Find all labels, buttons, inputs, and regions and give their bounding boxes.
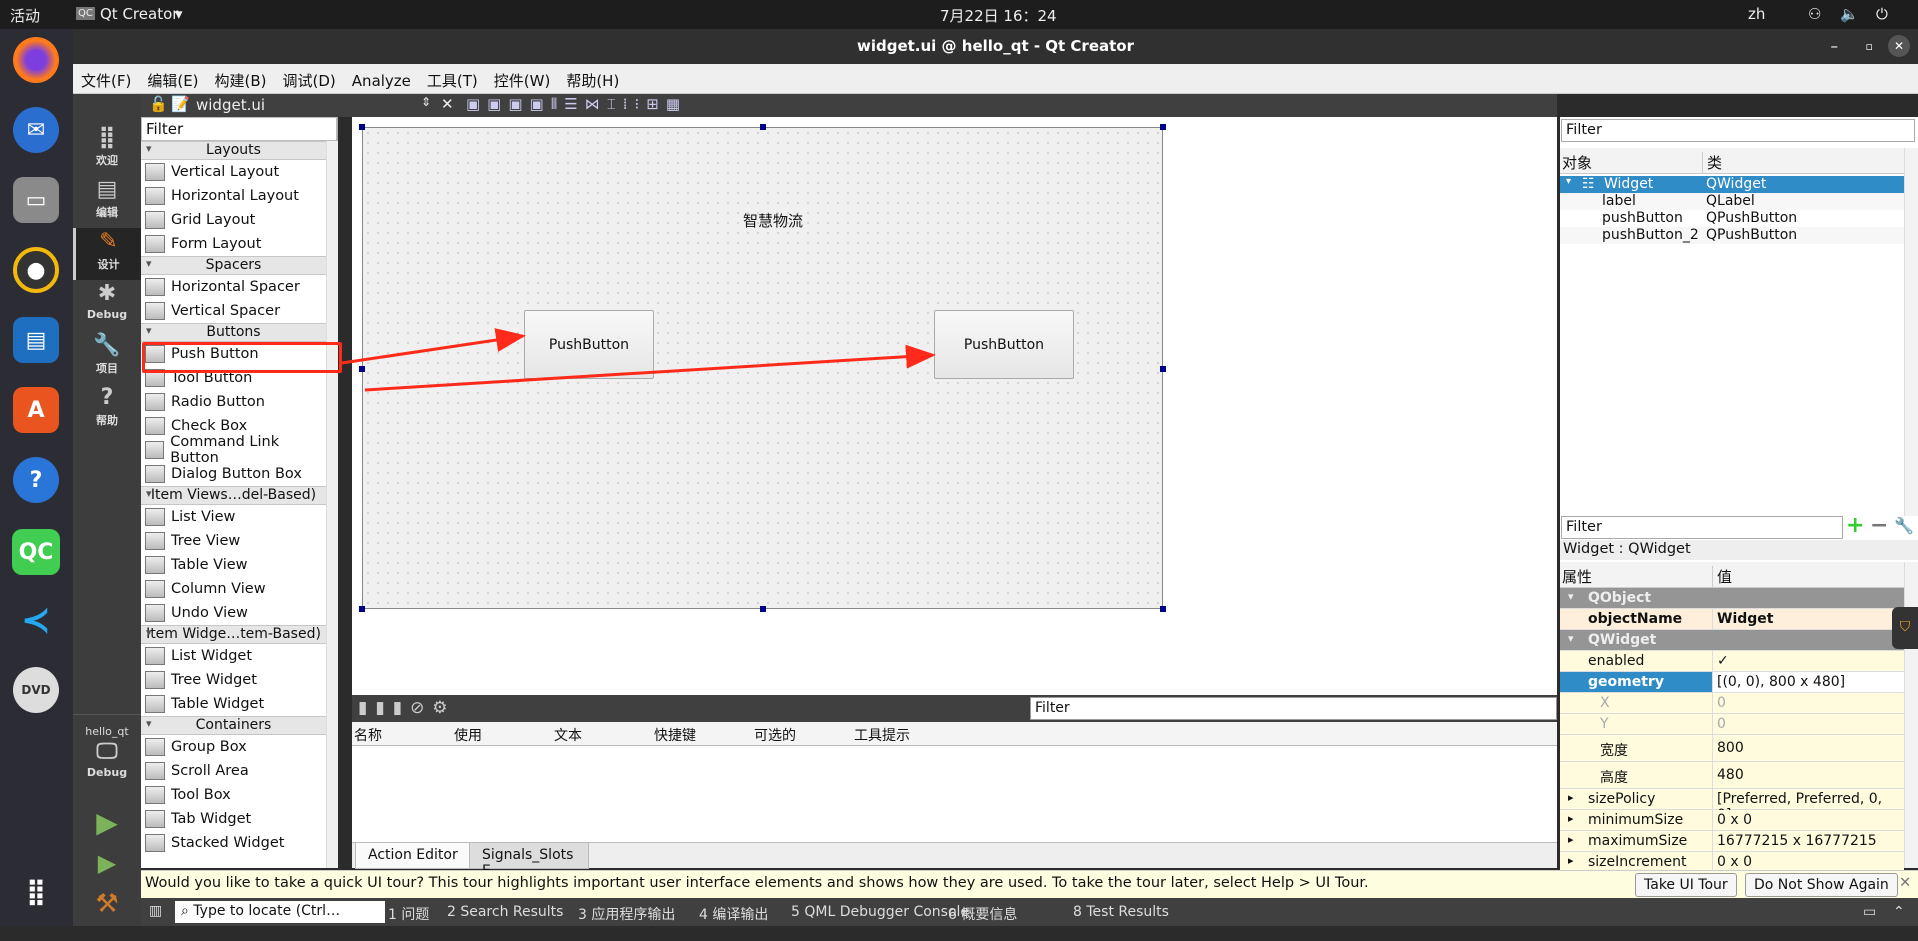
expand-arrow-icon[interactable]: ▸ (1568, 833, 1574, 846)
property-value[interactable]: 16777215 x 16777215 (1712, 831, 1881, 851)
action-editor-tabs: Action Editor Signals_Slots E... (352, 842, 1557, 879)
property-row[interactable]: objectName Widget (1560, 609, 1904, 630)
action-filter-input[interactable]: Filter (1030, 697, 1557, 720)
property-row[interactable]: ▸ minimumSize 0 x 0 (1560, 810, 1904, 831)
object-filter-input[interactable]: Filter (1561, 119, 1915, 142)
pane-search-results[interactable]: 2 Search Results (447, 904, 563, 920)
close-icon[interactable]: ✕ (1899, 875, 1911, 891)
column-value[interactable]: 值 (1712, 566, 1732, 587)
column-object[interactable]: 对象 (1562, 152, 1592, 173)
object-tree-scrollbar[interactable] (1904, 148, 1918, 516)
pane-compile-output[interactable]: 4 编译输出 (699, 904, 768, 924)
column-property[interactable]: 属性 (1562, 566, 1592, 587)
property-value[interactable]: ✓ (1712, 651, 1733, 671)
object-tree-row[interactable]: ▾ ☷ Widget QWidget (1560, 176, 1904, 193)
expand-arrow-icon[interactable]: ▸ (1568, 791, 1574, 804)
property-value[interactable]: Widget (1712, 609, 1777, 629)
property-value[interactable]: [Preferred, Preferred, 0, 0] (1712, 789, 1904, 823)
progress-details-icon[interactable]: ▭ (1863, 904, 1876, 920)
chevron-up-icon[interactable]: ⌃ (1893, 904, 1905, 920)
object-tree-row[interactable]: pushButton_2 QPushButton (1560, 227, 1904, 244)
tab-action-editor[interactable]: Action Editor (355, 843, 471, 869)
property-editor-title: Widget : QWidget (1560, 540, 1918, 560)
expand-arrow-icon[interactable]: ▸ (1568, 812, 1574, 825)
property-row[interactable]: 宽度 800 (1560, 735, 1904, 762)
property-value[interactable]: 0 x 0 (1712, 852, 1756, 872)
object-tree-header: 对象 类 (1560, 148, 1904, 174)
tab-signals-slots[interactable]: Signals_Slots E... (469, 843, 589, 879)
property-value[interactable]: 0 (1712, 714, 1730, 734)
property-filter-input[interactable]: Filter (1561, 516, 1843, 539)
property-value[interactable]: 0 (1712, 693, 1730, 713)
property-row[interactable]: X0 (1560, 693, 1904, 714)
column-tooltip[interactable]: 工具提示 (854, 725, 910, 745)
property-row[interactable]: ▾geometry[(0, 0), 800 x 480] (1560, 672, 1904, 693)
property-row[interactable]: ▸sizePolicy[Preferred, Preferred, 0, 0] (1560, 789, 1904, 823)
property-row[interactable]: ▾ QObject (1560, 588, 1904, 609)
expand-arrow-icon[interactable]: ▾ (1568, 632, 1574, 645)
property-row[interactable]: ▸ maximumSize 16777215 x 16777215 (1560, 831, 1904, 852)
action-toolbar-icons[interactable]: ▮▮▮⊘⚙ (358, 698, 456, 718)
arrow-to-button-2 (364, 344, 936, 392)
property-header: 属性 值 (1560, 562, 1904, 588)
column-name[interactable]: 名称 (354, 725, 382, 745)
usb-drive-icon[interactable]: ⛉ (1892, 607, 1918, 649)
property-value[interactable]: 800 (1712, 735, 1748, 761)
arrow-to-button-1 (341, 328, 526, 365)
pane-test-results[interactable]: 8 Test Results (1073, 904, 1169, 920)
property-value[interactable]: 480 (1712, 762, 1748, 788)
property-row[interactable]: Y0 (1560, 714, 1904, 735)
object-tree-row[interactable]: label QLabel (1560, 193, 1904, 210)
object-tree-row[interactable]: pushButton QPushButton (1560, 210, 1904, 227)
remove-property-icon[interactable]: − (1870, 513, 1888, 538)
toggle-sidebar-icon[interactable]: ▥ (149, 903, 162, 919)
do-not-show-again-button[interactable]: Do Not Show Again (1745, 873, 1898, 897)
column-text[interactable]: 文本 (554, 725, 582, 745)
expand-arrow-icon[interactable]: ▾ (1566, 176, 1571, 187)
property-row[interactable]: 高度 480 (1560, 762, 1904, 789)
column-class[interactable]: 类 (1702, 152, 1722, 173)
column-checkable[interactable]: 可选的 (754, 725, 796, 745)
property-value[interactable]: [(0, 0), 800 x 480] (1712, 672, 1904, 692)
locator-input[interactable]: ⌕ Type to locate (Ctrl… (175, 901, 385, 923)
tour-message: Would you like to take a quick UI tour? … (145, 875, 1369, 891)
search-icon: ⌕ (181, 903, 189, 919)
pane-issues[interactable]: 1 问题 (388, 904, 429, 924)
property-row[interactable]: ▾ QWidget (1560, 630, 1904, 651)
column-used[interactable]: 使用 (454, 725, 482, 745)
widget-icon: ☷ (1582, 176, 1595, 192)
pane-app-output[interactable]: 3 应用程序输出 (578, 904, 675, 924)
pane-qml-console[interactable]: 5 QML Debugger Console (791, 904, 969, 920)
column-shortcut[interactable]: 快捷键 (654, 725, 696, 745)
expand-arrow-icon[interactable]: ▸ (1568, 854, 1574, 867)
action-table-body[interactable] (352, 746, 1557, 842)
property-row[interactable]: enabled ✓ (1560, 651, 1904, 672)
action-table-header: 名称 使用 文本 快捷键 可选的 工具提示 (352, 722, 1557, 746)
status-bar: ▥ ⌕ Type to locate (Ctrl… 1 问题 2 Search … (141, 898, 1918, 926)
add-property-icon[interactable]: + (1846, 513, 1864, 538)
expand-arrow-icon[interactable]: ▾ (1568, 590, 1574, 603)
property-value[interactable]: 0 x 0 (1712, 810, 1756, 830)
ui-tour-banner: Would you like to take a quick UI tour? … (141, 870, 1918, 898)
pane-general-messages[interactable]: 6 概要信息 (948, 904, 1017, 924)
configure-wrench-icon[interactable]: 🔧 (1894, 516, 1914, 535)
take-ui-tour-button[interactable]: Take UI Tour (1635, 873, 1737, 897)
